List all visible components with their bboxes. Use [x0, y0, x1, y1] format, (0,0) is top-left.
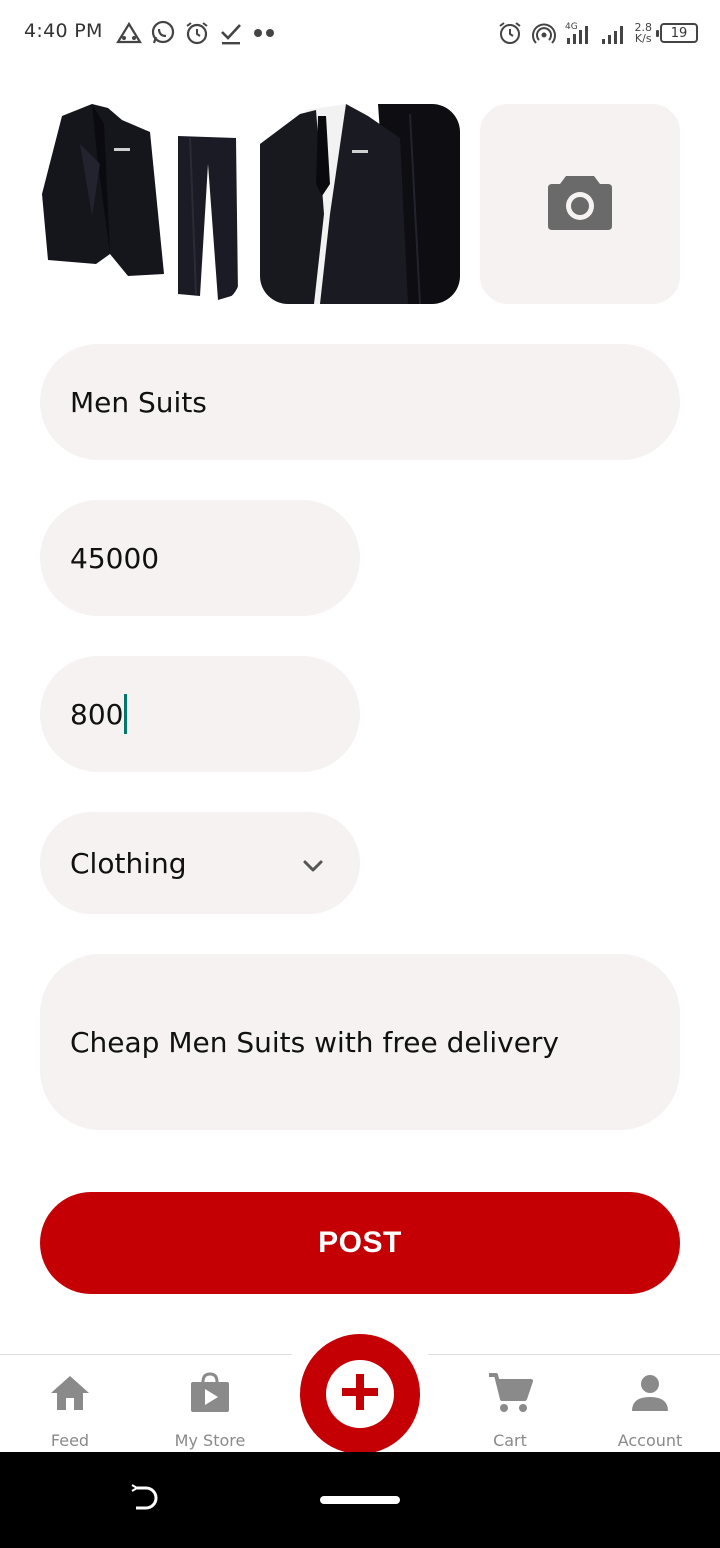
price-field[interactable]: 45000	[40, 500, 360, 616]
whatsapp-icon	[150, 20, 176, 46]
price-value: 45000	[70, 541, 160, 575]
store-bag-icon	[189, 1371, 231, 1415]
chevron-down-icon	[302, 847, 324, 880]
alarm-icon	[497, 20, 523, 46]
signal-4g-icon: 4G	[565, 20, 593, 46]
product-name-field[interactable]: Men Suits	[40, 344, 680, 460]
fab-inner-circle	[326, 1360, 394, 1428]
description-field[interactable]: Cheap Men Suits with free delivery	[40, 954, 680, 1130]
add-photo-button[interactable]	[480, 104, 680, 304]
notification-icons	[116, 18, 278, 48]
back-gesture-icon[interactable]	[128, 1482, 162, 1520]
battery-indicator: 19	[656, 23, 698, 43]
category-value: Clothing	[70, 846, 187, 880]
network-speed: 2.8 K/s	[635, 22, 653, 44]
system-navigation-bar	[0, 1452, 720, 1548]
post-button[interactable]: POST	[40, 1192, 680, 1294]
nav-item-feed[interactable]: Feed	[0, 1355, 140, 1453]
nav-item-account[interactable]: Account	[580, 1355, 720, 1453]
warning-triangle-icon	[116, 21, 142, 45]
product-name-value: Men Suits	[70, 385, 207, 419]
nav-label-feed: Feed	[50, 1431, 90, 1450]
signal-bars-icon	[601, 21, 627, 45]
nav-label-cart: Cart	[493, 1431, 527, 1450]
alarm-clock-icon	[184, 20, 210, 46]
home-icon	[49, 1371, 91, 1415]
status-bar: 4:40 PM 4G 2.8 K/s 19	[0, 0, 720, 66]
plus-icon	[340, 1372, 380, 1416]
home-gesture-bar[interactable]	[320, 1496, 400, 1504]
text-cursor	[124, 694, 128, 734]
suit-jacket-image	[260, 104, 460, 304]
download-done-icon	[218, 20, 244, 46]
nav-item-my-store[interactable]: My Store	[140, 1355, 280, 1453]
quantity-value: 800	[70, 697, 124, 731]
category-select[interactable]: Clothing	[40, 812, 360, 914]
more-notifications-icon	[252, 27, 278, 39]
nav-label-account: Account	[617, 1431, 683, 1450]
system-status-icons: 4G 2.8 K/s 19	[497, 18, 698, 48]
cart-icon	[487, 1371, 533, 1415]
hotspot-icon	[531, 20, 557, 46]
add-product-fab[interactable]	[300, 1334, 420, 1454]
product-photo-1[interactable]	[40, 104, 240, 304]
nav-label-my-store: My Store	[174, 1431, 246, 1450]
svg-text:4G: 4G	[565, 22, 578, 32]
description-value: Cheap Men Suits with free delivery	[70, 1025, 560, 1059]
camera-icon	[546, 172, 614, 236]
person-icon	[630, 1371, 670, 1415]
product-photo-2[interactable]	[260, 104, 460, 304]
product-images	[40, 104, 680, 304]
nav-item-cart[interactable]: Cart	[440, 1355, 580, 1453]
speed-unit: K/s	[634, 32, 652, 45]
quantity-field[interactable]: 800	[40, 656, 360, 772]
status-time: 4:40 PM	[24, 20, 103, 42]
suit-three-piece-image	[40, 104, 240, 304]
